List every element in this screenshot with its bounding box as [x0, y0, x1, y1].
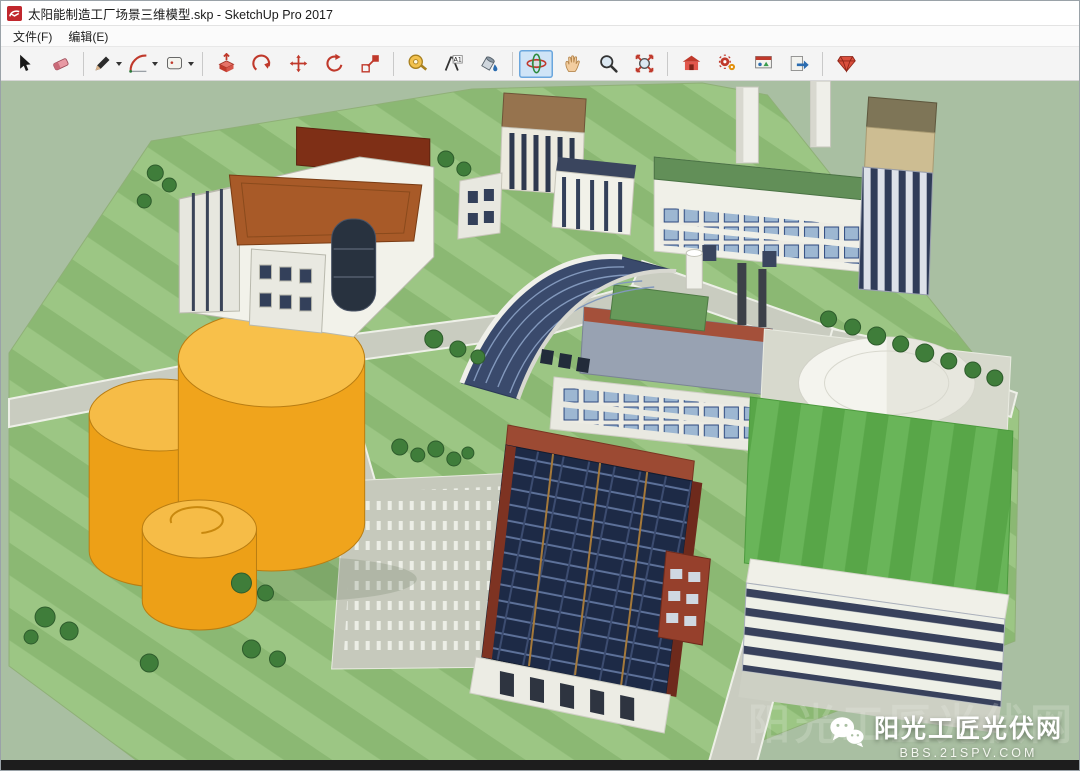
- text-tool[interactable]: A1: [436, 50, 470, 78]
- dropdown-arrow-icon[interactable]: [152, 61, 158, 66]
- pan-icon: [562, 53, 583, 74]
- tape-icon: [407, 53, 428, 74]
- tape-measure-tool[interactable]: [400, 50, 434, 78]
- toolbar-separator: [83, 51, 84, 76]
- rotate-icon: [324, 53, 345, 74]
- share-icon: [789, 53, 810, 74]
- select-tool[interactable]: [7, 50, 41, 78]
- toolbar-separator: [393, 51, 394, 76]
- move-icon: [288, 53, 309, 74]
- push-pull-tool[interactable]: [209, 50, 243, 78]
- zoom-extents-tool[interactable]: [627, 50, 661, 78]
- scale-tool[interactable]: [353, 50, 387, 78]
- rotate-tool[interactable]: [317, 50, 351, 78]
- toolbar-separator: [822, 51, 823, 76]
- scale-icon: [360, 53, 381, 74]
- warehouse-3d-button[interactable]: [674, 50, 708, 78]
- zoomext-icon: [634, 53, 655, 74]
- menu-item-edit[interactable]: 编辑(E): [60, 26, 116, 47]
- dropdown-arrow-icon[interactable]: [116, 61, 122, 66]
- offset-icon: [251, 53, 273, 74]
- paint-icon: [479, 53, 500, 74]
- share-model-button[interactable]: [782, 50, 816, 78]
- move-tool[interactable]: [281, 50, 315, 78]
- shapes-tool[interactable]: [162, 50, 196, 78]
- extension-warehouse-button[interactable]: [710, 50, 744, 78]
- orbit-icon: [526, 53, 547, 74]
- text-icon: A1: [443, 53, 464, 74]
- bottom-edge: [1, 760, 1079, 770]
- watermark-title: 阳光工匠光伏网: [873, 715, 1063, 743]
- eraser-icon: [50, 53, 71, 74]
- gem-icon: [836, 53, 857, 74]
- paint-bucket-tool[interactable]: [472, 50, 506, 78]
- orbit-tool[interactable]: [519, 49, 553, 78]
- offset-tool[interactable]: [245, 50, 279, 78]
- pushpull-icon: [216, 53, 237, 74]
- svg-text:A1: A1: [453, 57, 461, 64]
- extension-manager-button[interactable]: [829, 50, 863, 78]
- building-solar-factory: [469, 424, 711, 734]
- pan-tool[interactable]: [555, 50, 589, 78]
- arc-tool[interactable]: [126, 50, 160, 78]
- eraser-tool[interactable]: [43, 50, 77, 78]
- pencil-icon: [92, 53, 113, 74]
- warehouse-icon: [681, 53, 702, 74]
- menu-item-file[interactable]: 文件(F): [5, 26, 60, 47]
- select-icon: [14, 53, 35, 74]
- tank-small: [141, 499, 257, 631]
- zoom-tool[interactable]: [591, 50, 625, 78]
- sketchup-app-icon: [7, 5, 22, 21]
- watermark: 阳光工匠光伏网 BBS.21SPV.COM: [827, 709, 1063, 760]
- sketchup-window: 太阳能制造工厂场景三维模型.skp - SketchUp Pro 2017 文件…: [0, 0, 1080, 771]
- toolbar-separator: [512, 51, 513, 76]
- title-bar[interactable]: 太阳能制造工厂场景三维模型.skp - SketchUp Pro 2017: [1, 1, 1079, 26]
- shapes-icon: [164, 53, 185, 74]
- model-viewport[interactable]: 阳光工匠光伏网 阳光工匠光伏网 BBS.21SPV.COM: [1, 81, 1079, 764]
- toolbar-separator: [202, 51, 203, 76]
- zoom-icon: [598, 53, 619, 74]
- styles-icon: [753, 53, 774, 74]
- toolbar-separator: [667, 51, 668, 76]
- arc-icon: [128, 53, 149, 74]
- watermark-subtitle: BBS.21SPV.COM: [899, 746, 1038, 760]
- dropdown-arrow-icon[interactable]: [188, 61, 194, 66]
- menu-bar: 文件(F) 编辑(E): [1, 26, 1079, 47]
- toolbar: A1: [1, 47, 1079, 81]
- line-tool[interactable]: [90, 50, 124, 78]
- model-canvas[interactable]: [1, 81, 1079, 764]
- window-title: 太阳能制造工厂场景三维模型.skp - SketchUp Pro 2017: [28, 7, 333, 22]
- styles-button[interactable]: [746, 50, 780, 78]
- gears-icon: [717, 53, 738, 74]
- wechat-icon: [827, 713, 865, 756]
